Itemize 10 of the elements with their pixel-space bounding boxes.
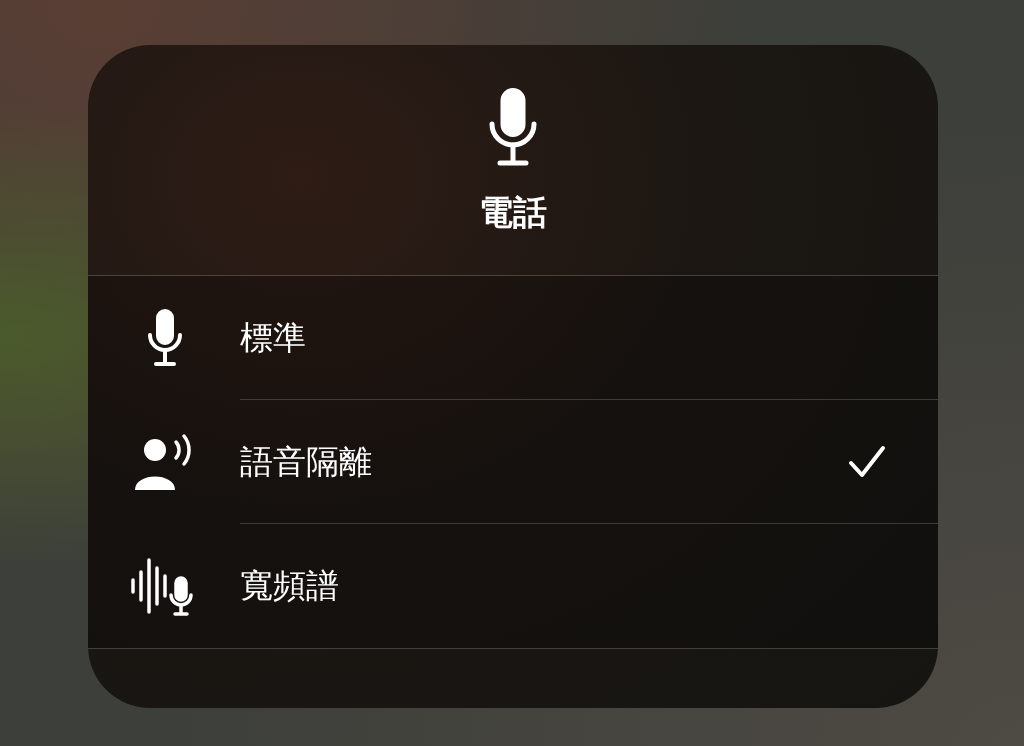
option-label: 寬頻譜 xyxy=(240,566,339,606)
mode-option[interactable]: 語音隔離 xyxy=(88,400,938,524)
panel-title: 電話 xyxy=(479,192,547,232)
microphone-icon xyxy=(488,88,538,166)
option-label: 標準 xyxy=(240,317,306,358)
mode-option[interactable]: 寬頻譜 xyxy=(88,524,938,648)
mode-option[interactable]: 標準 xyxy=(88,276,938,400)
option-label: 語音隔離 xyxy=(240,441,372,482)
microphone-icon xyxy=(147,309,183,367)
checkmark-icon xyxy=(848,444,886,479)
